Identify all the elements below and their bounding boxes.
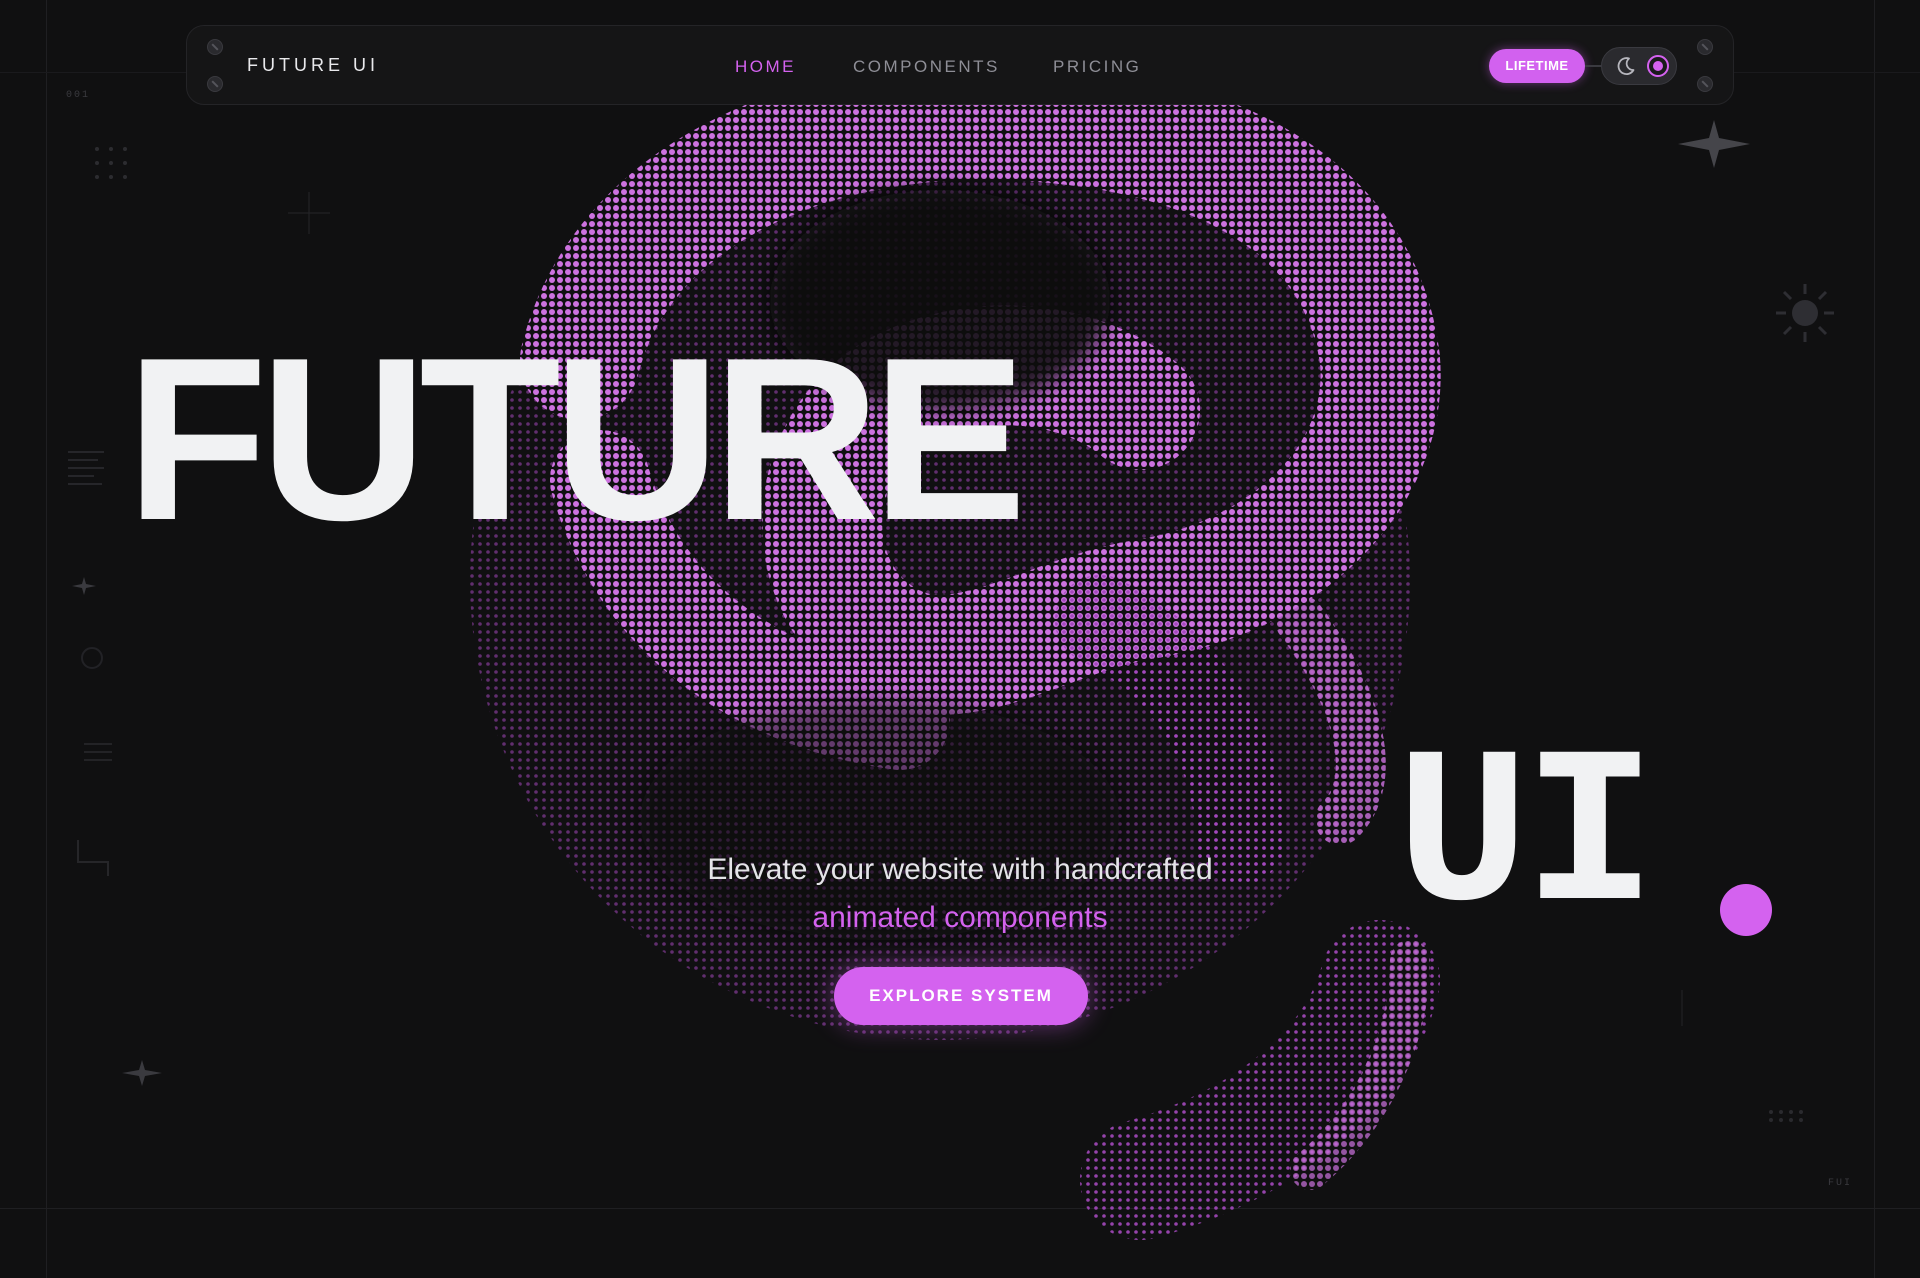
hero-title-ui: UI	[1396, 713, 1656, 965]
hero-tagline: Elevate your website with handcrafted an…	[560, 846, 1360, 942]
sparkle-large-icon	[1678, 120, 1750, 168]
bracket-icon	[77, 840, 109, 876]
crosshair-icon-right	[1681, 990, 1683, 1026]
hero-title-future: FUTURE	[126, 310, 1027, 569]
frame-line-left	[46, 0, 47, 1278]
ring-icon	[81, 647, 103, 669]
nav-link-pricing[interactable]: PRICING	[1053, 57, 1141, 77]
sparkle-small-icon	[72, 577, 96, 595]
crosshair-icon	[288, 192, 330, 234]
screw-icon	[1697, 39, 1713, 55]
theme-toggle[interactable]	[1601, 47, 1677, 85]
nav-link-home[interactable]: HOME	[735, 57, 796, 77]
radio-dot-icon[interactable]	[1647, 55, 1669, 77]
lines-icon-2	[84, 743, 112, 761]
screw-icon	[207, 76, 223, 92]
dots-row-icon	[1769, 1110, 1803, 1122]
decorative-dots-icon	[95, 147, 127, 179]
hero-accent-dot	[1720, 884, 1772, 936]
screw-icon	[1697, 76, 1713, 92]
badge-connector	[1585, 65, 1601, 67]
lifetime-badge[interactable]: LIFETIME	[1489, 49, 1585, 83]
sun-icon	[1776, 284, 1834, 342]
lines-icon	[68, 451, 104, 485]
tagline-line-1: Elevate your website with handcrafted	[707, 853, 1213, 886]
frame-line-right	[1874, 0, 1875, 1278]
tagline-line-2: animated components	[812, 901, 1108, 934]
moon-icon[interactable]	[1616, 56, 1636, 76]
screw-icon	[207, 39, 223, 55]
corner-label-left: 001	[66, 90, 91, 101]
brand-logo[interactable]: FUTURE UI	[247, 55, 379, 76]
halftone-graphic	[470, 60, 1441, 1240]
sparkle-bottom-left-icon	[122, 1060, 162, 1086]
explore-system-button[interactable]: EXPLORE SYSTEM	[834, 967, 1088, 1025]
nav-link-components[interactable]: COMPONENTS	[853, 57, 1000, 77]
corner-label-right: FUI	[1828, 1178, 1853, 1189]
navbar: FUTURE UI HOME COMPONENTS PRICING LIFETI…	[186, 25, 1734, 105]
